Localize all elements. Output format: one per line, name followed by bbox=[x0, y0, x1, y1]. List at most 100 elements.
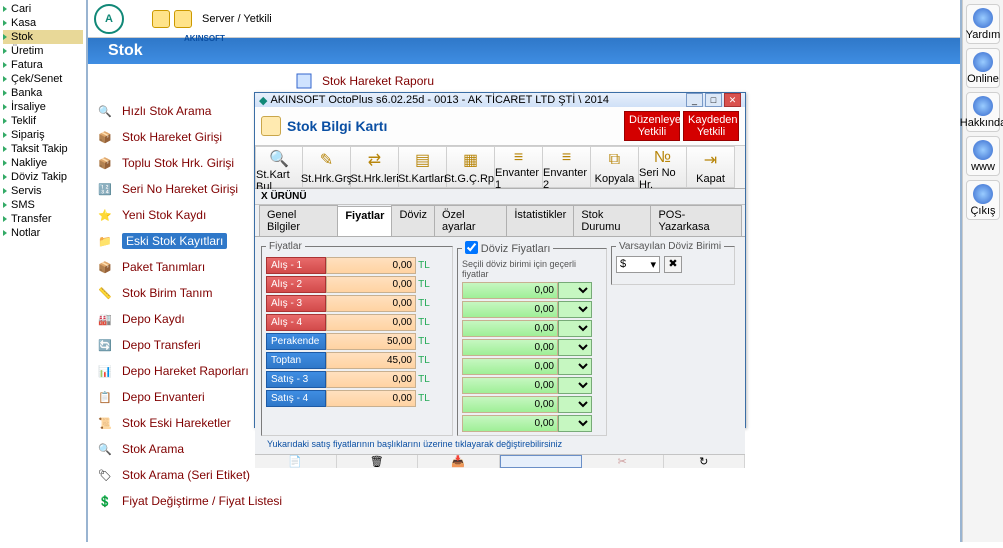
tree-item[interactable]: Banka bbox=[3, 86, 83, 100]
tree-item[interactable]: Çek/Senet bbox=[3, 72, 83, 86]
fx-price-input[interactable] bbox=[462, 377, 558, 394]
price-group: Fiyatlar Alış - 1TLAlış - 2TLAlış - 3TLA… bbox=[261, 241, 453, 436]
footer-save-button[interactable]: 📥 bbox=[418, 455, 500, 468]
price-input[interactable] bbox=[326, 333, 416, 350]
fx-currency-select[interactable] bbox=[558, 339, 592, 356]
close-button[interactable]: ✕ bbox=[724, 93, 741, 107]
fx-currency-select[interactable] bbox=[558, 301, 592, 318]
fx-price-input[interactable] bbox=[462, 320, 558, 337]
tool-sthrkleri[interactable]: ⇄St.Hrk.leri bbox=[351, 146, 399, 188]
tool-stkartlar[interactable]: ▤St.Kartları bbox=[399, 146, 447, 188]
price-label[interactable]: Alış - 3 bbox=[266, 295, 326, 312]
tree-item[interactable]: Nakliye bbox=[3, 156, 83, 170]
tab-fiyatlar-body: Fiyatlar Alış - 1TLAlış - 2TLAlış - 3TLA… bbox=[255, 236, 745, 454]
price-label[interactable]: Alış - 2 bbox=[266, 276, 326, 293]
menu-label: Stok Eski Hareketler bbox=[122, 416, 231, 430]
footer-new-button[interactable]: 📄 bbox=[255, 455, 337, 468]
price-input[interactable] bbox=[326, 390, 416, 407]
saver-badge[interactable]: KaydedenYetkili bbox=[683, 111, 739, 141]
fx-currency-select[interactable] bbox=[558, 396, 592, 413]
fx-currency-select[interactable] bbox=[558, 415, 592, 432]
tab-döviz[interactable]: Döviz bbox=[391, 205, 435, 236]
fx-currency-select[interactable] bbox=[558, 358, 592, 375]
default-cur-select[interactable]: $ ▾ bbox=[616, 256, 660, 273]
price-label[interactable]: Alış - 1 bbox=[266, 257, 326, 274]
tool-envanter[interactable]: ≡Envanter 1 bbox=[495, 146, 543, 188]
tab-genel-bilgiler[interactable]: Genel Bilgiler bbox=[259, 205, 338, 236]
price-label[interactable]: Alış - 4 bbox=[266, 314, 326, 331]
tree-item[interactable]: Servis bbox=[3, 184, 83, 198]
tree-item[interactable]: Notlar bbox=[3, 226, 83, 240]
rightbar-online[interactable]: Online bbox=[966, 48, 1000, 88]
rightbar-www[interactable]: www bbox=[966, 136, 1000, 176]
tool-stkartbul[interactable]: 🔍St.Kart Bul bbox=[255, 146, 303, 188]
tree-item[interactable]: Döviz Takip bbox=[3, 170, 83, 184]
fx-price-input[interactable] bbox=[462, 358, 558, 375]
price-input[interactable] bbox=[326, 314, 416, 331]
price-label[interactable]: Toptan bbox=[266, 352, 326, 369]
tool-stgrp[interactable]: ▦St.G.Ç.Rp. bbox=[447, 146, 495, 188]
tab-fiyatlar[interactable]: Fiyatlar bbox=[337, 206, 392, 237]
minimize-button[interactable]: _ bbox=[686, 93, 703, 107]
tab-özel-ayarlar[interactable]: Özel ayarlar bbox=[434, 205, 507, 236]
tree-item[interactable]: Transfer bbox=[3, 212, 83, 226]
tab-pos-yazarkasa[interactable]: POS-Yazarkasa bbox=[650, 205, 742, 236]
price-input[interactable] bbox=[326, 295, 416, 312]
rightbar-yardım[interactable]: Yardım bbox=[966, 4, 1000, 44]
card-icon bbox=[261, 116, 281, 136]
tool-envanter[interactable]: ≡Envanter 2 bbox=[543, 146, 591, 188]
price-input[interactable] bbox=[326, 276, 416, 293]
tree-item[interactable]: SMS bbox=[3, 198, 83, 212]
tool-serinohr[interactable]: №Seri No Hr. bbox=[639, 146, 687, 188]
price-label[interactable]: Perakende bbox=[266, 333, 326, 350]
tool-icon: ▤ bbox=[411, 149, 435, 171]
price-input[interactable] bbox=[326, 371, 416, 388]
rightbar-çıkış[interactable]: Çıkış bbox=[966, 180, 1000, 220]
fx-price-input[interactable] bbox=[462, 396, 558, 413]
fx-price-input[interactable] bbox=[462, 415, 558, 432]
menu-item-hidden[interactable]: Stok Hareket Raporu bbox=[292, 68, 956, 94]
tool-kapat[interactable]: ⇥Kapat bbox=[687, 146, 735, 188]
tree-item[interactable]: Fatura bbox=[3, 58, 83, 72]
price-input[interactable] bbox=[326, 352, 416, 369]
fx-currency-select[interactable] bbox=[558, 377, 592, 394]
rightbar-hakkında[interactable]: Hakkında bbox=[966, 92, 1000, 132]
fx-price-input[interactable] bbox=[462, 339, 558, 356]
footer-action-button[interactable] bbox=[500, 455, 583, 468]
stok-menu-item[interactable]: 💲Fiyat Değiştirme / Fiyat Listesi bbox=[92, 488, 956, 514]
lock-icon[interactable] bbox=[152, 10, 170, 28]
app-mini-icon: ◆ bbox=[259, 94, 267, 107]
tree-item[interactable]: İrsaliye bbox=[3, 100, 83, 114]
tool-sthrkgr[interactable]: ✎St.Hrk.Grş bbox=[303, 146, 351, 188]
fx-price-group: Döviz Fiyatları Seçili döviz birimi için… bbox=[457, 241, 607, 436]
tree-item[interactable]: Sipariş bbox=[3, 128, 83, 142]
tab-i̇statistikler[interactable]: İstatistikler bbox=[506, 205, 574, 236]
tree-item[interactable]: Üretim bbox=[3, 44, 83, 58]
menu-icon: 📦 bbox=[94, 257, 116, 277]
tool-kopyala[interactable]: ⧉Kopyala bbox=[591, 146, 639, 188]
fx-price-input[interactable] bbox=[462, 301, 558, 318]
tool-icon: 🔍 bbox=[267, 149, 291, 169]
tree-item[interactable]: Teklif bbox=[3, 114, 83, 128]
price-label[interactable]: Satış - 4 bbox=[266, 390, 326, 407]
fx-enable-checkbox[interactable] bbox=[465, 241, 478, 254]
footer-redo-button[interactable]: ↻ bbox=[664, 455, 746, 468]
fx-currency-select[interactable] bbox=[558, 320, 592, 337]
fx-price-input[interactable] bbox=[462, 282, 558, 299]
server-icon[interactable] bbox=[174, 10, 192, 28]
editor-badge[interactable]: DüzenleyenYetkili bbox=[624, 111, 680, 141]
tree-item[interactable]: Taksit Takip bbox=[3, 142, 83, 156]
footer-delete-button[interactable]: 🗑 bbox=[337, 455, 419, 468]
maximize-button[interactable]: □ bbox=[705, 93, 722, 107]
tree-item[interactable]: Kasa bbox=[3, 16, 83, 30]
price-label[interactable]: Satış - 3 bbox=[266, 371, 326, 388]
fx-currency-select[interactable] bbox=[558, 282, 592, 299]
refresh-cur-button[interactable]: ✖ bbox=[664, 256, 682, 273]
dialog-titlebar[interactable]: ◆ AKINSOFT OctoPlus s6.02.25d - 0013 - A… bbox=[255, 93, 745, 107]
footer-cut-button[interactable]: ✂ bbox=[582, 455, 664, 468]
globe-icon bbox=[973, 52, 993, 72]
tab-stok-durumu[interactable]: Stok Durumu bbox=[573, 205, 651, 236]
price-input[interactable] bbox=[326, 257, 416, 274]
tree-item[interactable]: Stok bbox=[3, 30, 83, 44]
tree-item[interactable]: Cari bbox=[3, 2, 83, 16]
